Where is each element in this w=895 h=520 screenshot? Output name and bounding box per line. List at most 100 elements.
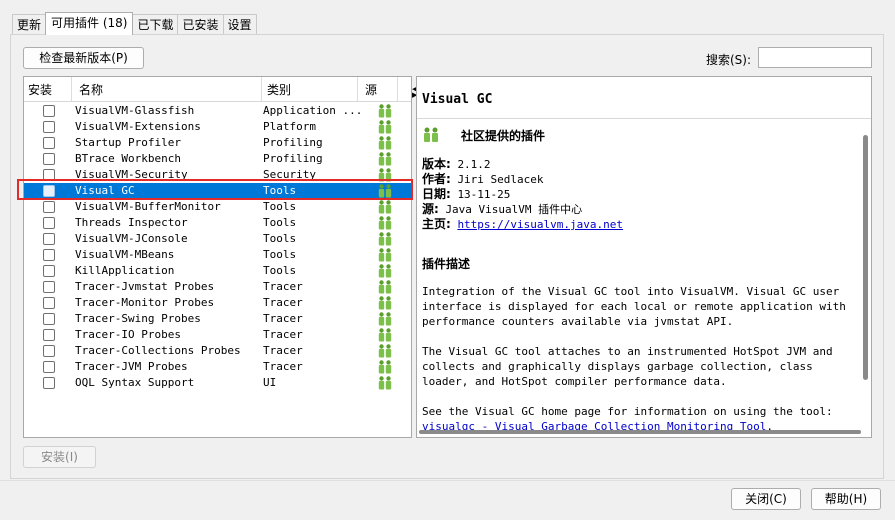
detail-body: 社区提供的插件 版本: 2.1.2 作者: Jiri Sedlacek 日期: … xyxy=(422,123,852,434)
plugin-category: Tracer xyxy=(263,280,303,293)
install-checkbox[interactable] xyxy=(43,169,55,181)
footer-divider xyxy=(0,480,895,481)
plugin-metadata: 版本: 2.1.2 作者: Jiri Sedlacek 日期: 13-11-25… xyxy=(422,157,852,232)
community-plugin-icon xyxy=(377,200,393,214)
homepage-link[interactable]: https://visualvm.java.net xyxy=(457,218,623,231)
plugin-detail-pane: Visual GC 社区提供的插件 版本: 2.1.2 作者: Jiri Sed… xyxy=(416,76,872,438)
date-value: 13-11-25 xyxy=(457,188,511,201)
community-plugin-icon xyxy=(377,328,393,342)
tab-downloaded[interactable]: 已下载 xyxy=(132,14,179,34)
search-label: 搜索(S): xyxy=(706,53,752,67)
install-checkbox[interactable] xyxy=(43,233,55,245)
install-checkbox[interactable] xyxy=(43,201,55,213)
tab-available-plugins[interactable]: 可用插件 (18) xyxy=(45,12,134,35)
install-checkbox[interactable] xyxy=(43,329,55,341)
vertical-scrollbar[interactable] xyxy=(863,135,868,380)
plugin-name: Threads Inspector xyxy=(75,216,188,229)
plugin-name: Tracer-Monitor Probes xyxy=(75,296,215,309)
help-button[interactable]: 帮助(H) xyxy=(811,488,881,510)
author-value: Jiri Sedlacek xyxy=(457,173,544,186)
para3-text: See the Visual GC home page for informat… xyxy=(422,405,833,418)
community-plugin-icon xyxy=(377,376,393,390)
table-row[interactable]: VisualVM-Extensions Platform xyxy=(24,119,411,135)
header-source[interactable]: 源 xyxy=(358,77,398,101)
tab-settings[interactable]: 设置 xyxy=(222,14,257,34)
check-updates-button[interactable]: 检查最新版本(P) xyxy=(23,47,144,69)
tab-installed[interactable]: 已安装 xyxy=(177,14,224,34)
plugin-category: Security xyxy=(263,168,316,181)
header-install[interactable]: 安装 xyxy=(24,77,72,101)
install-button[interactable]: 安装(I) xyxy=(23,446,96,468)
table-row[interactable]: Visual GC Tools xyxy=(24,183,411,199)
table-row[interactable]: Tracer-Monitor Probes Tracer xyxy=(24,295,411,311)
install-checkbox[interactable] xyxy=(43,313,55,325)
install-checkbox[interactable] xyxy=(43,265,55,277)
community-plugin-icon xyxy=(377,264,393,278)
community-plugin-icon xyxy=(377,168,393,182)
search-input[interactable] xyxy=(758,47,872,68)
plugin-category: Application ... xyxy=(263,104,363,117)
plugin-name: Tracer-JVM Probes xyxy=(75,360,188,373)
plugin-name: Tracer-Collections Probes xyxy=(75,344,241,357)
date-key: 日期: xyxy=(422,187,451,201)
plugin-name: VisualVM-Extensions xyxy=(75,120,201,133)
table-row[interactable]: Tracer-Jvmstat Probes Tracer xyxy=(24,279,411,295)
table-row[interactable]: Tracer-Collections Probes Tracer xyxy=(24,343,411,359)
plugin-name: OQL Syntax Support xyxy=(75,376,195,389)
table-row[interactable]: VisualVM-Security Security xyxy=(24,167,411,183)
install-checkbox[interactable] xyxy=(43,361,55,373)
tab-bar: 更新 可用插件 (18) 已下载 已安装 设置 xyxy=(12,12,257,35)
version-key: 版本: xyxy=(422,157,451,171)
install-checkbox[interactable] xyxy=(43,377,55,389)
table-row[interactable]: BTrace Workbench Profiling xyxy=(24,151,411,167)
install-checkbox[interactable] xyxy=(43,137,55,149)
install-checkbox[interactable] xyxy=(43,153,55,165)
plugin-name: Tracer-Jvmstat Probes xyxy=(75,280,215,293)
community-plugin-icon xyxy=(377,360,393,374)
plugin-name: Startup Profiler xyxy=(75,136,181,149)
table-row[interactable]: VisualVM-BufferMonitor Tools xyxy=(24,199,411,215)
table-row[interactable]: KillApplication Tools xyxy=(24,263,411,279)
header-name[interactable]: 名称 xyxy=(72,77,262,101)
plugin-name: VisualVM-BufferMonitor xyxy=(75,200,221,213)
author-key: 作者: xyxy=(422,172,451,186)
tab-updates[interactable]: 更新 xyxy=(12,14,47,34)
table-row[interactable]: Startup Profiler Profiling xyxy=(24,135,411,151)
community-label: 社区提供的插件 xyxy=(461,128,546,143)
plugin-category: Tools xyxy=(263,264,297,277)
close-button[interactable]: 关闭(C) xyxy=(731,488,801,510)
community-plugin-icon xyxy=(377,344,393,358)
install-checkbox[interactable] xyxy=(43,105,55,117)
table-row[interactable]: Threads Inspector Tools xyxy=(24,215,411,231)
install-checkbox[interactable] xyxy=(43,121,55,133)
plugin-category: Tracer xyxy=(263,360,303,373)
community-plugin-icon xyxy=(377,104,393,118)
install-checkbox[interactable] xyxy=(43,185,55,197)
table-row[interactable]: VisualVM-MBeans Tools xyxy=(24,247,411,263)
table-row[interactable]: Tracer-IO Probes Tracer xyxy=(24,327,411,343)
detail-title: Visual GC xyxy=(417,77,871,119)
plugin-category: Profiling xyxy=(263,136,323,149)
table-row[interactable]: VisualVM-JConsole Tools xyxy=(24,231,411,247)
community-plugin-icon xyxy=(377,296,393,310)
table-row[interactable]: Tracer-Swing Probes Tracer xyxy=(24,311,411,327)
install-checkbox[interactable] xyxy=(43,249,55,261)
description-heading: 插件描述 xyxy=(422,257,471,271)
plugin-name: Tracer-Swing Probes xyxy=(75,312,201,325)
table-row[interactable]: OQL Syntax Support UI xyxy=(24,375,411,391)
table-row[interactable]: VisualVM-Glassfish Application ... xyxy=(24,103,411,119)
install-checkbox[interactable] xyxy=(43,217,55,229)
plugin-category: Tracer xyxy=(263,344,303,357)
install-checkbox[interactable] xyxy=(43,281,55,293)
community-plugin-icon xyxy=(424,127,438,142)
community-badge: 社区提供的插件 xyxy=(422,123,852,147)
horizontal-scrollbar[interactable] xyxy=(419,430,861,434)
community-plugin-icon xyxy=(377,248,393,262)
header-category[interactable]: 类别 xyxy=(262,77,358,101)
plugin-name: Tracer-IO Probes xyxy=(75,328,181,341)
install-checkbox[interactable] xyxy=(43,345,55,357)
table-row[interactable]: Tracer-JVM Probes Tracer xyxy=(24,359,411,375)
install-checkbox[interactable] xyxy=(43,297,55,309)
plugin-name: VisualVM-MBeans xyxy=(75,248,175,261)
plugin-category: Tools xyxy=(263,184,297,197)
